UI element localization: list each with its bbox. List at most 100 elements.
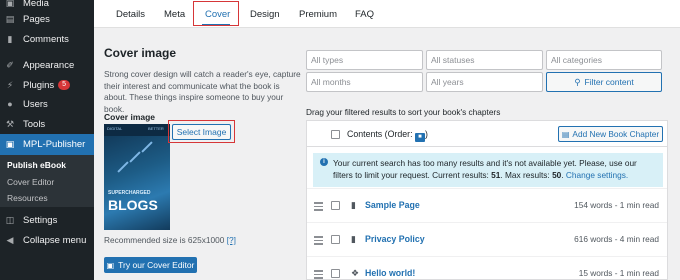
- submenu-item-resources[interactable]: Resources: [7, 193, 48, 203]
- sidebar-item-tools[interactable]: ⚒ Tools: [0, 114, 94, 134]
- table-header: Contents (Order: ■) ▤ Add New Book Chapt…: [307, 121, 667, 147]
- filter-years-select[interactable]: All years: [426, 72, 543, 92]
- chapter-meta: 15 words - 1 min read: [578, 268, 659, 278]
- cover-text-top: SUPERCHARGED: [108, 190, 151, 196]
- info-icon: i: [320, 158, 328, 166]
- pages-icon: ▤: [5, 13, 15, 24]
- drag-handle-icon[interactable]: [314, 202, 323, 213]
- try-cover-editor-button[interactable]: ▣ Try our Cover Editor: [104, 257, 197, 273]
- plugins-icon: ⚡: [6, 79, 14, 90]
- select-all-checkbox[interactable]: [331, 130, 340, 139]
- book-icon: ▣: [5, 139, 15, 149]
- filter-content-button[interactable]: ⚲ Filter content: [546, 72, 662, 92]
- sidebar-item-users[interactable]: ● Users: [0, 94, 94, 114]
- filter-months-select[interactable]: All months: [306, 72, 423, 92]
- search-icon: ⚲: [574, 76, 581, 87]
- tools-icon: ⚒: [5, 118, 15, 129]
- tab-highlight-box: [193, 1, 239, 26]
- tab-meta[interactable]: Meta: [164, 0, 185, 28]
- sidebar-item-label: Appearance: [23, 59, 75, 71]
- sidebar-item-label: Tools: [23, 118, 46, 130]
- change-settings-link[interactable]: Change settings.: [566, 170, 628, 180]
- chapter-title[interactable]: Privacy Policy: [365, 234, 425, 244]
- chapter-title[interactable]: Hello world!: [365, 268, 415, 278]
- contents-order-label: Contents (Order: ■): [347, 129, 428, 142]
- row-checkbox[interactable]: [331, 201, 340, 210]
- cover-image-preview: DIGITAL BETTER SUPERCHARGED BLOGS: [104, 124, 170, 230]
- users-icon: ●: [7, 99, 13, 109]
- update-count-badge: 5: [58, 80, 71, 90]
- sidebar-item-label: Comments: [23, 33, 69, 45]
- chapter-title[interactable]: Sample Page: [365, 200, 420, 210]
- table-row[interactable]: ▮ Sample Page 154 words - 1 min read: [307, 188, 667, 222]
- add-chapter-icon: ▤: [561, 129, 570, 139]
- add-new-chapter-button[interactable]: ▤ Add New Book Chapter: [558, 126, 663, 142]
- collapse-icon: ◀: [6, 234, 14, 245]
- comments-icon: ▮: [7, 33, 13, 44]
- mpl-publisher-submenu: Publish eBook Cover Editor Resources: [0, 155, 94, 207]
- cover-top-strip: DIGITAL BETTER: [104, 124, 170, 136]
- filter-content-label: Filter content: [584, 77, 634, 87]
- sidebar-item-appearance[interactable]: ✐ Appearance: [0, 55, 94, 75]
- notice-max-results: 50: [552, 170, 562, 180]
- sidebar-item-label: Plugins: [23, 79, 55, 91]
- help-link[interactable]: [?]: [227, 235, 236, 245]
- sidebar-item-pages[interactable]: ▤ Pages: [0, 9, 94, 29]
- sidebar-item-label: Settings: [23, 214, 58, 226]
- cover-section-title: Cover image: [104, 46, 177, 60]
- admin-sidebar: ▣ Media ▤ Pages ▮ Comments ✐ Appearance …: [0, 0, 94, 280]
- drag-hint-text: Drag your filtered results to sort your …: [306, 107, 501, 117]
- drag-handle-icon[interactable]: [314, 236, 323, 247]
- sidebar-item-mpl-publisher[interactable]: ▣ MPL-Publisher: [0, 134, 94, 155]
- chapter-meta: 154 words - 1 min read: [574, 200, 659, 210]
- recommended-size-text: Recommended size is 625x1000 [?]: [104, 235, 236, 245]
- page-icon: ▮: [351, 200, 356, 210]
- row-checkbox[interactable]: [331, 235, 340, 244]
- cover-text-main: BLOGS: [108, 197, 158, 213]
- tab-bar: Details Meta Cover Design Premium FAQ: [94, 0, 680, 28]
- sidebar-item-label: Users: [23, 98, 48, 110]
- chapter-meta: 616 words - 4 min read: [574, 234, 659, 244]
- media-icon: ▣: [5, 0, 15, 8]
- main-content: Details Meta Cover Design Premium FAQ Co…: [94, 0, 680, 280]
- sidebar-item-plugins[interactable]: ⚡ Plugins 5: [0, 75, 94, 95]
- add-new-chapter-label: Add New Book Chapter: [572, 129, 660, 139]
- sidebar-item-label: Collapse menu: [23, 234, 87, 246]
- cover-image-label: Cover image: [104, 112, 156, 122]
- sidebar-item-settings[interactable]: ◫ Settings: [0, 210, 94, 230]
- table-row[interactable]: ❖ Hello world! 15 words - 1 min read: [307, 256, 667, 280]
- table-row[interactable]: ▮ Privacy Policy 616 words - 4 min read: [307, 222, 667, 256]
- chapters-table: Contents (Order: ■) ▤ Add New Book Chapt…: [306, 120, 668, 280]
- pin-icon: ❖: [351, 268, 360, 278]
- cover-section-description: Strong cover design will catch a reader'…: [104, 69, 301, 114]
- notice-text-mid: . Max results:: [500, 170, 550, 180]
- sidebar-item-label: Pages: [23, 13, 50, 25]
- sidebar-item-comments[interactable]: ▮ Comments: [0, 29, 94, 49]
- filter-types-select[interactable]: All types: [306, 50, 423, 70]
- results-notice: i Your current search has too many resul…: [313, 153, 663, 187]
- page-icon: ▮: [351, 234, 356, 244]
- cover-graphic: [112, 141, 162, 182]
- tab-design[interactable]: Design: [250, 0, 280, 28]
- recommended-size-label: Recommended size is 625x1000: [104, 235, 225, 245]
- submenu-item-cover-editor[interactable]: Cover Editor: [7, 177, 54, 187]
- settings-icon: ◫: [5, 214, 15, 225]
- select-image-button[interactable]: Select Image: [172, 124, 231, 140]
- cover-corner-left: DIGITAL: [107, 126, 123, 131]
- filter-statuses-select[interactable]: All statuses: [426, 50, 543, 70]
- tab-premium[interactable]: Premium: [299, 0, 337, 28]
- sidebar-item-label: MPL-Publisher: [23, 139, 86, 150]
- contents-label-text: Contents (Order:: [347, 129, 413, 139]
- drag-handle-icon[interactable]: [314, 270, 323, 280]
- row-checkbox[interactable]: [331, 269, 340, 278]
- tab-details[interactable]: Details: [116, 0, 145, 28]
- submenu-item-publish-ebook[interactable]: Publish eBook: [7, 160, 66, 170]
- tab-faq[interactable]: FAQ: [355, 0, 374, 28]
- sidebar-item-collapse[interactable]: ◀ Collapse menu: [0, 230, 94, 250]
- sidebar-item-label: Media: [23, 0, 49, 9]
- notice-text-post: .: [561, 170, 564, 180]
- order-icon[interactable]: ■: [414, 133, 425, 142]
- filter-categories-select[interactable]: All categories: [546, 50, 662, 70]
- contents-label-close: ): [424, 129, 428, 139]
- appearance-icon: ✐: [6, 59, 14, 70]
